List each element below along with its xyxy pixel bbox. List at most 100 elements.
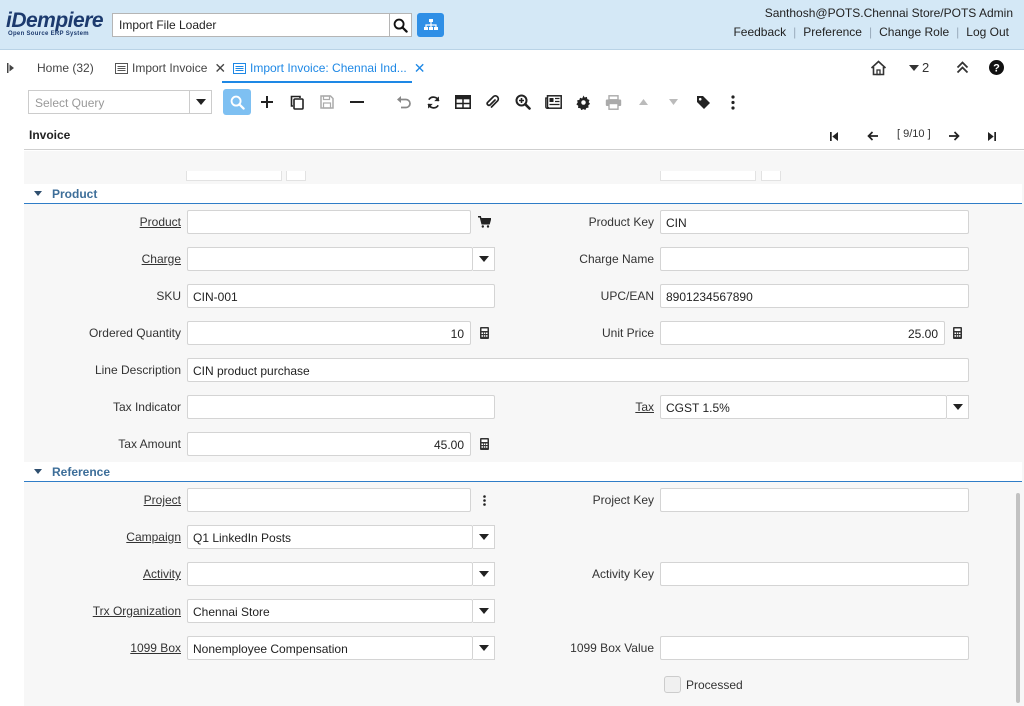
logout-link[interactable]: Log Out (959, 25, 1016, 39)
next-record-button[interactable] (946, 128, 962, 144)
report-button[interactable] (539, 89, 567, 115)
charge-dropdown[interactable] (473, 247, 495, 271)
idempiere-logo[interactable]: iDempiere Open Source ERP System (6, 10, 110, 40)
tax-dropdown[interactable] (947, 395, 969, 419)
tax-label[interactable]: Tax (635, 400, 654, 414)
print-button[interactable] (599, 89, 627, 115)
line-description-field[interactable]: CIN product purchase (187, 358, 969, 382)
project-field[interactable] (187, 488, 471, 512)
charge-name-field[interactable] (660, 247, 969, 271)
select-query-input[interactable]: Select Query (28, 90, 211, 114)
charge-field[interactable] (187, 247, 473, 271)
double-chevron-up-icon (956, 61, 969, 74)
caret-down-icon (478, 256, 489, 262)
tax-field[interactable]: CGST 1.5% (660, 395, 947, 419)
label-button[interactable] (689, 89, 717, 115)
app-header: iDempiere Open Source ERP System Import … (0, 0, 1024, 50)
product-info-button[interactable] (476, 210, 492, 234)
undo-button[interactable] (389, 89, 417, 115)
form-scrollbar[interactable] (1016, 493, 1020, 703)
caret-down-icon (195, 99, 206, 105)
tab-home[interactable]: Home (32) (37, 59, 94, 77)
logo-brand: iDempiere (6, 9, 104, 32)
copy-record-button[interactable] (283, 89, 311, 115)
caret-up-icon (638, 99, 648, 105)
activity-dropdown[interactable] (473, 562, 495, 586)
project-options-button[interactable] (476, 488, 492, 512)
sitemap-button[interactable] (417, 13, 444, 37)
next-detail-button[interactable] (659, 89, 687, 115)
find-button[interactable] (223, 89, 251, 115)
refresh-button[interactable] (419, 89, 447, 115)
tax-amount-field[interactable]: 45.00 (187, 432, 471, 456)
collapse-header-button[interactable] (956, 61, 969, 77)
box-1099-value-label: 1099 Box Value (570, 641, 654, 655)
search-button[interactable] (389, 13, 412, 37)
preference-link[interactable]: Preference (796, 25, 869, 39)
box-1099-dropdown[interactable] (473, 636, 495, 660)
query-dropdown-button[interactable] (189, 90, 212, 114)
first-record-button[interactable] (826, 128, 842, 144)
section-reference[interactable]: Reference (24, 462, 1022, 482)
campaign-dropdown[interactable] (473, 525, 495, 549)
project-label[interactable]: Project (144, 493, 181, 507)
campaign-label[interactable]: Campaign (126, 530, 181, 544)
upc-ean-field[interactable]: 8901234567890 (660, 284, 969, 308)
home-button[interactable] (870, 60, 887, 79)
feedback-link[interactable]: Feedback (726, 25, 793, 39)
product-field[interactable] (187, 210, 471, 234)
activity-label[interactable]: Activity (143, 567, 181, 581)
new-record-button[interactable] (253, 89, 281, 115)
campaign-field[interactable]: Q1 LinkedIn Posts (187, 525, 473, 549)
grid-toggle-button[interactable] (449, 89, 477, 115)
product-key-field[interactable]: CIN (660, 210, 969, 234)
delete-button[interactable] (343, 89, 371, 115)
change-role-link[interactable]: Change Role (872, 25, 956, 39)
tax-amount-calculator-button[interactable] (476, 432, 492, 456)
ordered-quantity-field[interactable]: 10 (187, 321, 471, 345)
charge-label[interactable]: Charge (142, 252, 181, 266)
collapse-triangle-icon (34, 191, 42, 196)
unit-price-field[interactable]: 25.00 (660, 321, 945, 345)
active-tab-indicator (222, 81, 412, 83)
zoom-across-button[interactable] (509, 89, 537, 115)
process-button[interactable] (569, 89, 597, 115)
unit-price-calculator-button[interactable] (949, 321, 965, 345)
close-tab-icon[interactable]: ✕ (414, 60, 426, 77)
ordered-quantity-calculator-button[interactable] (476, 321, 492, 345)
attachment-button[interactable] (479, 89, 507, 115)
trx-organization-dropdown[interactable] (473, 599, 495, 623)
global-search-input[interactable]: Import File Loader (112, 13, 390, 37)
tab-import-invoice[interactable]: Import Invoice ✕ (115, 59, 226, 77)
previous-parent-button[interactable] (629, 89, 657, 115)
box-1099-field[interactable]: Nonemployee Compensation (187, 636, 473, 660)
close-tab-icon[interactable]: ✕ (214, 60, 226, 77)
more-options-button[interactable] (719, 89, 747, 115)
tag-icon (696, 95, 710, 109)
collapse-menu-button[interactable] (7, 62, 15, 76)
user-role-info[interactable]: Santhosh@POTS.Chennai Store/POTS Admin (765, 6, 1013, 20)
record-title-bar: Invoice [ 9/10 ] (24, 120, 1024, 150)
activity-key-field[interactable] (660, 562, 969, 586)
section-product[interactable]: Product (24, 184, 1022, 204)
sku-field[interactable]: CIN-001 (187, 284, 495, 308)
save-button[interactable] (313, 89, 341, 115)
box-1099-value-field[interactable] (660, 636, 969, 660)
activity-field[interactable] (187, 562, 473, 586)
last-record-button[interactable] (984, 128, 1000, 144)
trx-organization-label[interactable]: Trx Organization (93, 604, 181, 618)
trx-organization-field[interactable]: Chennai Store (187, 599, 473, 623)
box-1099-label[interactable]: 1099 Box (130, 641, 181, 655)
tab-import-invoice-record[interactable]: Import Invoice: Chennai Ind... ✕ (233, 59, 425, 77)
kebab-menu-icon (482, 494, 486, 506)
scrolled-field-edge (186, 171, 282, 181)
window-list-dropdown[interactable]: 2 (909, 60, 929, 75)
save-icon (320, 95, 334, 109)
minus-icon (350, 101, 364, 103)
product-label[interactable]: Product (140, 215, 181, 229)
tax-indicator-field[interactable] (187, 395, 495, 419)
previous-record-button[interactable] (864, 128, 880, 144)
project-key-field[interactable] (660, 488, 969, 512)
help-button[interactable]: ? (989, 60, 1004, 78)
processed-checkbox[interactable] (664, 676, 681, 693)
